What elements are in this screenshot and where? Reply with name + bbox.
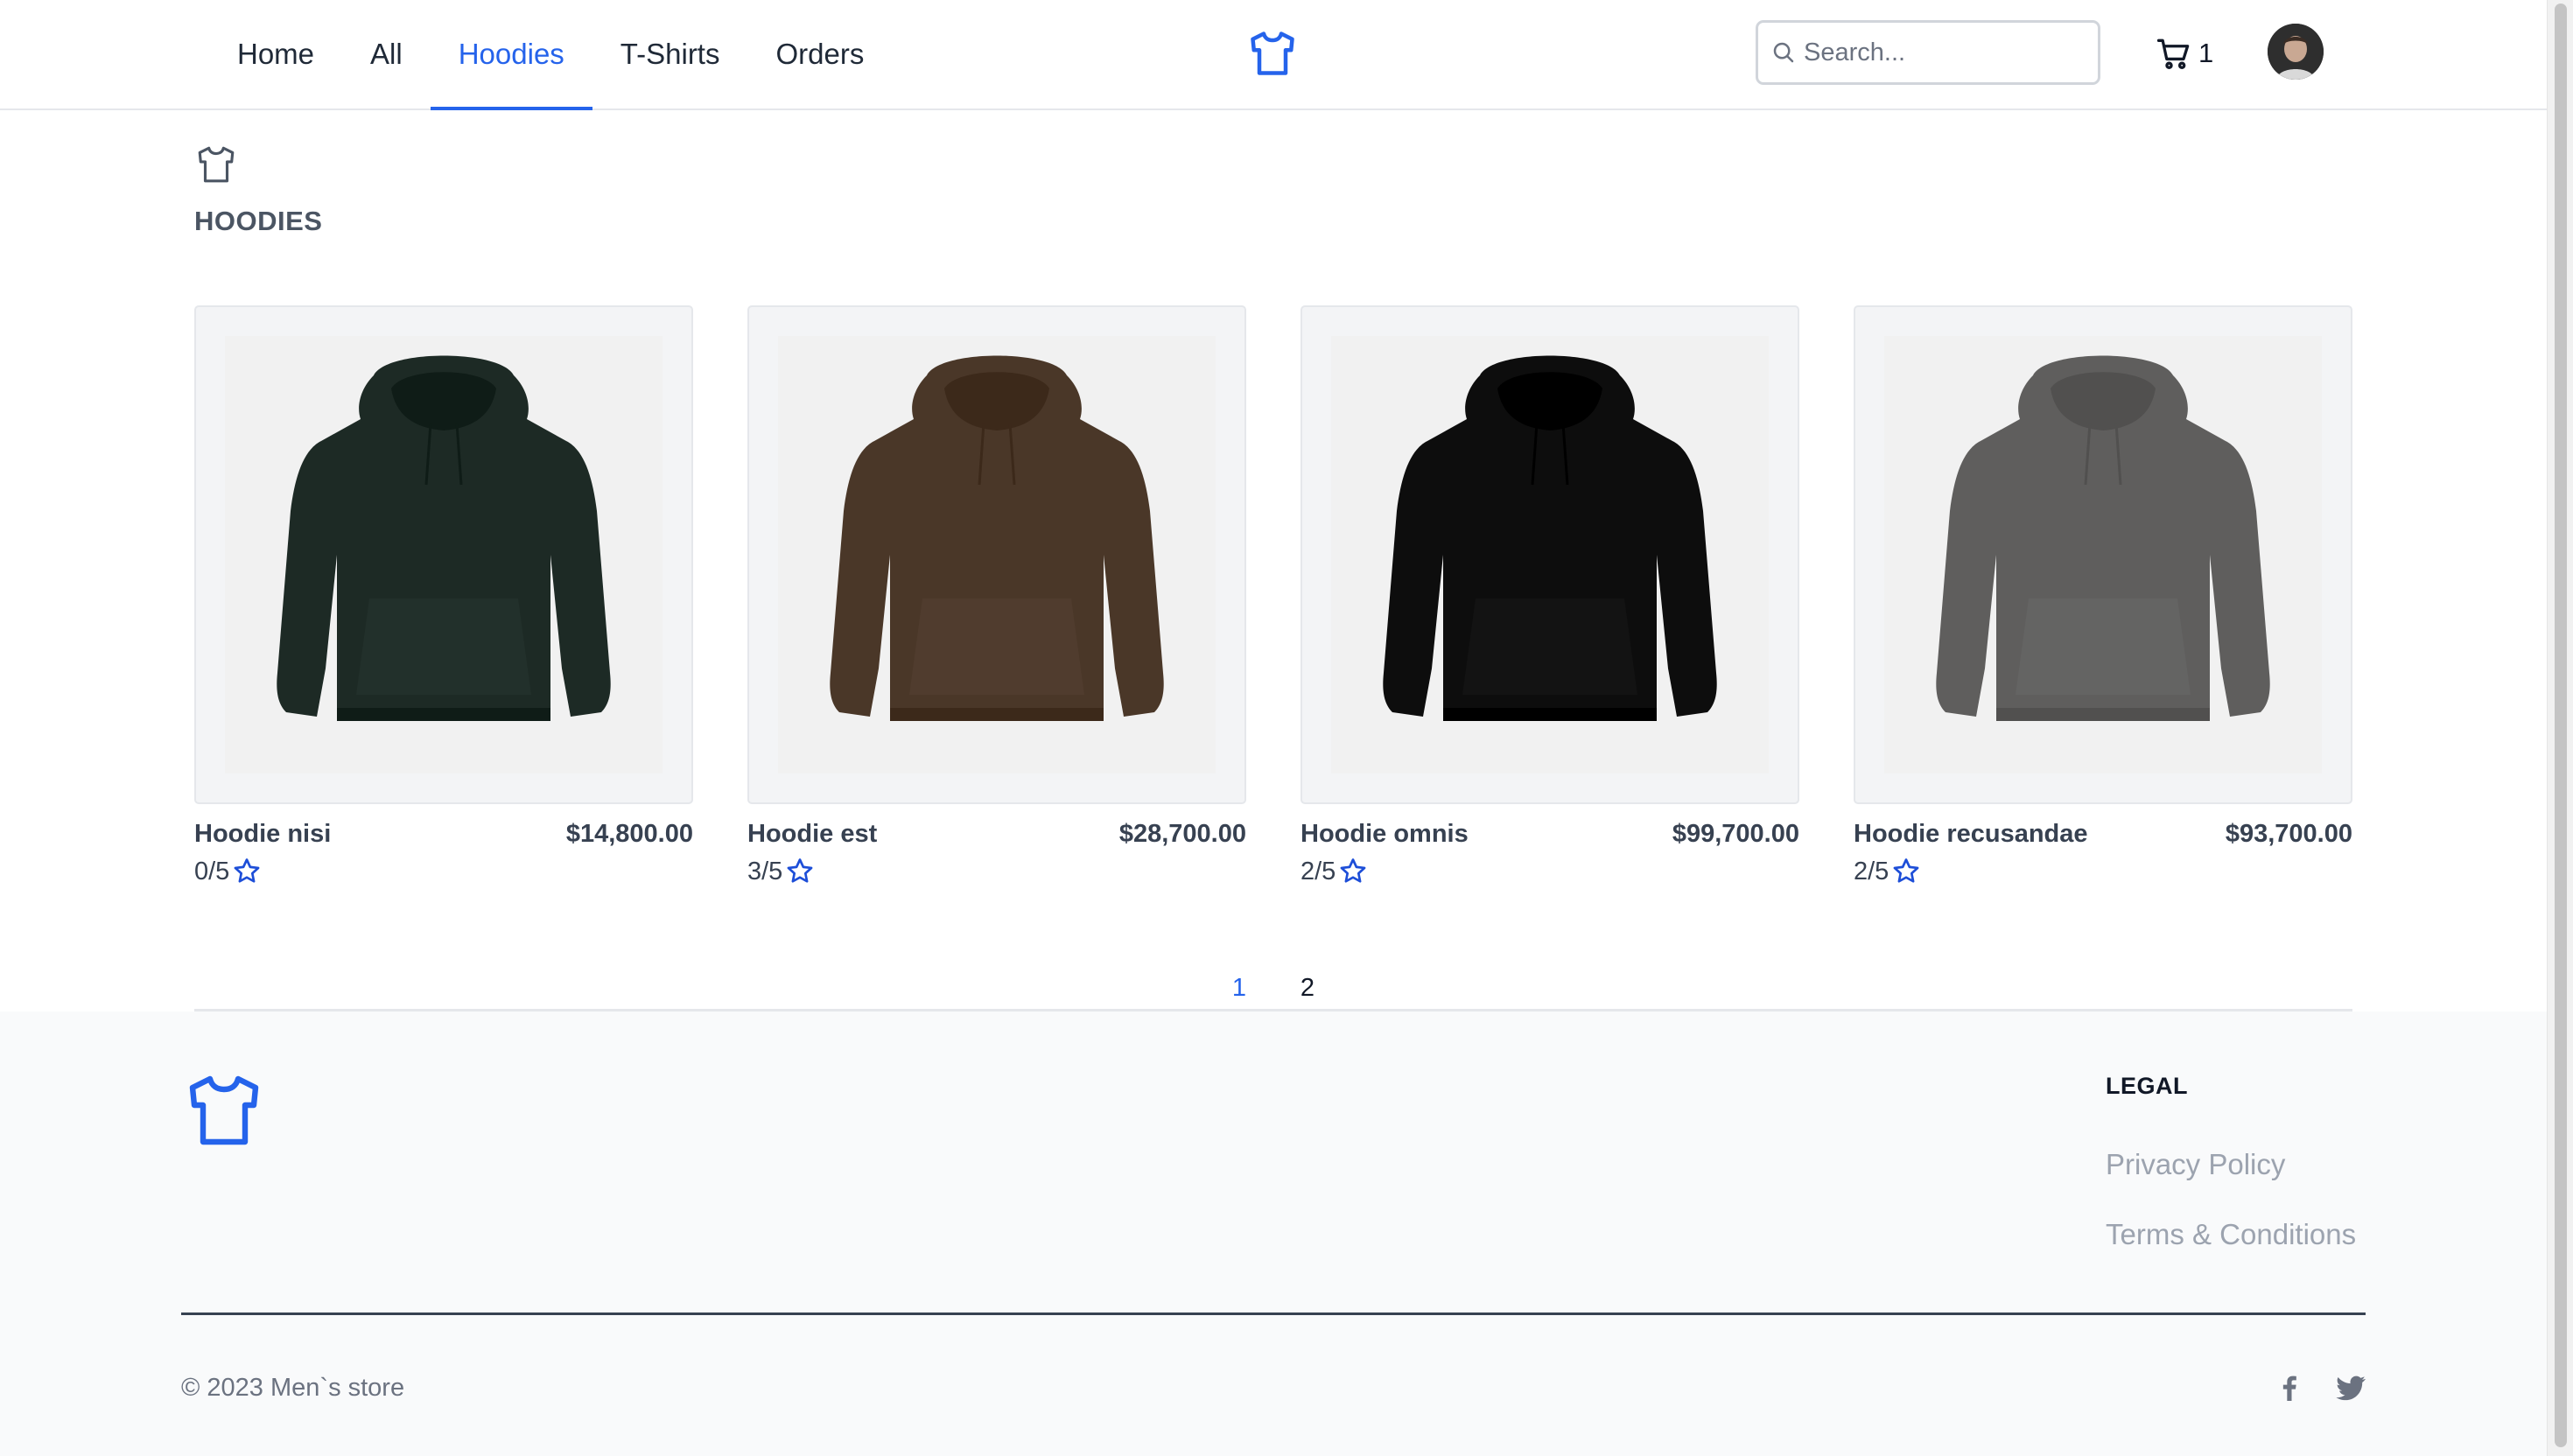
product-image-frame[interactable] xyxy=(1854,305,2352,804)
product-image-frame[interactable] xyxy=(194,305,693,804)
star-icon xyxy=(1340,858,1366,883)
search-icon xyxy=(1773,42,1794,63)
product-image[interactable] xyxy=(778,336,1216,774)
legal-heading: LEGAL xyxy=(2106,1073,2188,1099)
product-rating: 3/5 xyxy=(747,856,1246,887)
copyright: © 2023 Men`s store xyxy=(181,1374,405,1402)
header: Home All Hoodies T-Shirts Orders 1 xyxy=(0,0,2547,110)
scrollbar-thumb[interactable] xyxy=(2555,4,2567,1447)
facebook-icon[interactable] xyxy=(2272,1370,2307,1405)
search-box[interactable] xyxy=(1756,20,2100,85)
nav-orders[interactable]: Orders xyxy=(747,0,892,108)
cart-count: 1 xyxy=(2198,38,2214,68)
star-icon xyxy=(787,858,813,883)
product-price: $93,700.00 xyxy=(2225,820,2352,848)
product-image-frame[interactable] xyxy=(747,305,1246,804)
divider xyxy=(194,1009,2352,1012)
main-nav: Home All Hoodies T-Shirts Orders xyxy=(209,0,892,110)
twitter-icon[interactable] xyxy=(2333,1370,2368,1405)
product-card[interactable]: Hoodie omnis $99,700.00 2/5 xyxy=(1301,305,1799,887)
scrollbar[interactable] xyxy=(2547,0,2573,1456)
product-card[interactable]: Hoodie nisi $14,800.00 0/5 xyxy=(194,305,693,887)
product-image-frame[interactable] xyxy=(1301,305,1799,804)
nav-t-shirts[interactable]: T-Shirts xyxy=(592,0,748,108)
footer-divider xyxy=(181,1312,2366,1315)
footer: LEGAL Privacy Policy Terms & Conditions … xyxy=(0,1009,2547,1456)
rating-value: 0/5 xyxy=(194,857,230,886)
rating-value: 2/5 xyxy=(1301,857,1336,886)
rating-value: 2/5 xyxy=(1854,857,1889,886)
product-price: $14,800.00 xyxy=(565,820,693,848)
pagination: 1 2 xyxy=(1205,963,1342,1012)
product-price: $28,700.00 xyxy=(1118,820,1246,848)
product-rating: 0/5 xyxy=(194,856,693,887)
tshirt-icon[interactable] xyxy=(1246,27,1299,80)
product-card[interactable]: Hoodie recusandae $93,700.00 2/5 xyxy=(1854,305,2352,887)
product-name[interactable]: Hoodie omnis xyxy=(1301,820,1469,849)
product-image[interactable] xyxy=(1331,336,1769,774)
nav-home[interactable]: Home xyxy=(209,0,342,108)
search-input[interactable] xyxy=(1804,38,2084,67)
avatar[interactable] xyxy=(2268,24,2324,80)
cart-icon xyxy=(2156,38,2190,69)
cart-button[interactable]: 1 xyxy=(2155,33,2213,74)
tshirt-icon xyxy=(198,146,235,183)
terms-conditions-link[interactable]: Terms & Conditions xyxy=(2106,1218,2356,1251)
star-icon xyxy=(234,858,260,883)
product-image[interactable] xyxy=(1884,336,2322,774)
user-avatar xyxy=(2268,24,2324,80)
category-title: HOODIES xyxy=(194,206,323,236)
product-rating: 2/5 xyxy=(1301,856,1799,887)
nav-all[interactable]: All xyxy=(342,0,431,108)
nav-hoodies[interactable]: Hoodies xyxy=(430,0,592,110)
star-icon xyxy=(1893,858,1919,883)
product-image[interactable] xyxy=(225,336,663,774)
tshirt-icon[interactable] xyxy=(182,1068,266,1152)
product-rating: 2/5 xyxy=(1854,856,2352,887)
product-name[interactable]: Hoodie nisi xyxy=(194,820,331,849)
privacy-policy-link[interactable]: Privacy Policy xyxy=(2106,1148,2285,1181)
page-2-button[interactable]: 2 xyxy=(1273,963,1342,1009)
product-name[interactable]: Hoodie est xyxy=(747,820,877,849)
page-1-button[interactable]: 1 xyxy=(1205,963,1273,1012)
product-price: $99,700.00 xyxy=(1672,820,1799,848)
product-card[interactable]: Hoodie est $28,700.00 3/5 xyxy=(747,305,1246,887)
product-name[interactable]: Hoodie recusandae xyxy=(1854,820,2088,849)
rating-value: 3/5 xyxy=(747,857,783,886)
